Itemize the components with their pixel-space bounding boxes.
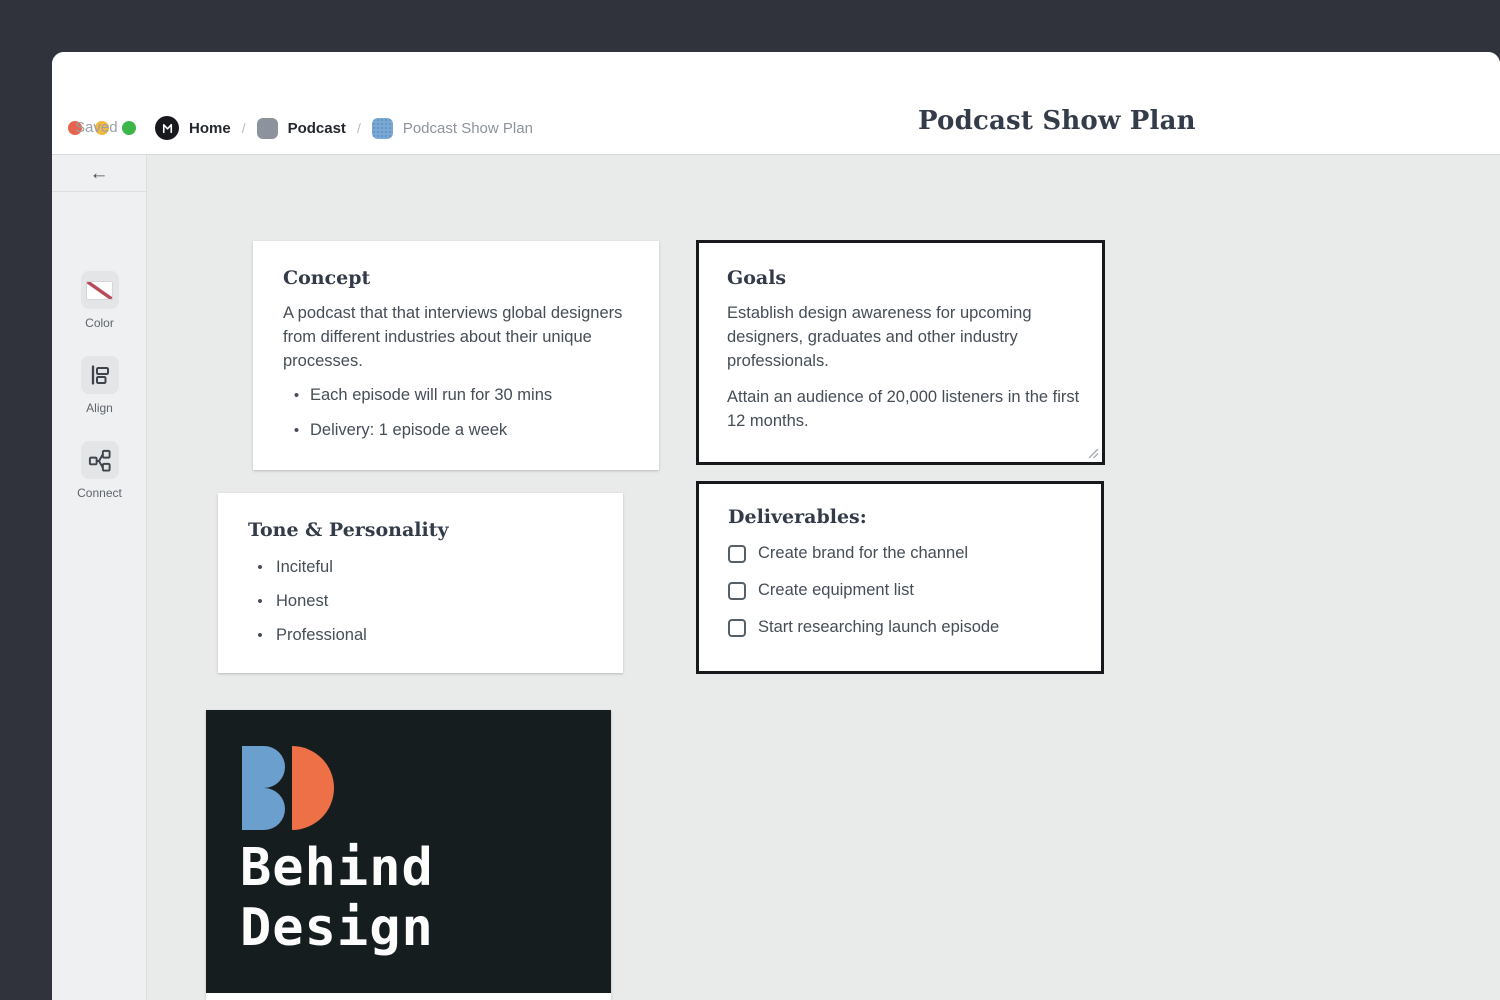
color-swatch-none-icon: [86, 281, 113, 300]
tone-personality-card[interactable]: Tone & Personality • Inciteful • Honest …: [218, 493, 623, 673]
connect-nodes-icon: [87, 448, 112, 473]
zoom-window-button[interactable]: [122, 121, 136, 135]
list-item: • Honest: [248, 589, 593, 614]
task-checkbox[interactable]: [728, 582, 746, 600]
align-tool-label: Align: [86, 401, 113, 415]
task-row: Create brand for the channel: [728, 542, 1087, 565]
breadcrumb-home[interactable]: Home: [155, 116, 231, 140]
bullet-icon: •: [283, 419, 310, 443]
task-checkbox[interactable]: [728, 619, 746, 637]
board-title: Podcast Show Plan: [918, 106, 1196, 136]
connect-tool-label: Connect: [77, 486, 122, 500]
deliverables-card[interactable]: Deliverables: Create brand for the chann…: [696, 481, 1104, 674]
brand-image-card[interactable]: Behind Design: [206, 710, 611, 1000]
breadcrumb: Home / Podcast / Podcast Show Plan: [155, 116, 533, 140]
bullet-icon: •: [248, 556, 272, 580]
tool-color: Color: [52, 271, 147, 330]
color-tool-label: Color: [85, 316, 114, 330]
goals-card[interactable]: Goals Establish design awareness for upc…: [696, 240, 1105, 465]
blue-board-icon: [372, 118, 393, 139]
connect-tool-button[interactable]: [81, 441, 119, 479]
color-tool-button[interactable]: [81, 271, 119, 309]
app-window: Home / Podcast / Podcast Show Plan Saved…: [52, 52, 1500, 1000]
tool-sidebar: ← Color Align: [52, 155, 147, 1000]
breadcrumb-current-label: Podcast Show Plan: [403, 120, 533, 137]
breadcrumb-separator: /: [242, 120, 246, 136]
breadcrumb-separator: /: [357, 120, 361, 136]
board-canvas[interactable]: Concept A podcast that that interviews g…: [147, 155, 1500, 1000]
concept-card[interactable]: Concept A podcast that that interviews g…: [253, 241, 659, 470]
tool-connect: Connect: [52, 441, 147, 500]
list-item: • Each episode will run for 30 mins: [283, 383, 629, 408]
bd-logo-icon: [242, 746, 340, 830]
deliverables-card-title: Deliverables:: [728, 506, 1087, 528]
concept-card-title: Concept: [283, 267, 629, 289]
align-tool-button[interactable]: [81, 356, 119, 394]
concept-card-paragraph: A podcast that that interviews global de…: [283, 301, 623, 373]
brand-wordmark: Behind Design: [240, 838, 434, 958]
behind-design-image: Behind Design: [206, 710, 611, 993]
save-status: Saved: [75, 119, 118, 136]
list-item: • Delivery: 1 episode a week: [283, 418, 629, 443]
goals-card-paragraph-1: Establish design awareness for upcoming …: [727, 301, 1085, 373]
resize-handle-icon[interactable]: [1085, 445, 1099, 459]
milanote-logo-icon: [155, 116, 179, 140]
header-bar: Home / Podcast / Podcast Show Plan Saved…: [52, 52, 1500, 155]
tone-card-title: Tone & Personality: [248, 519, 593, 541]
align-left-icon: [88, 363, 112, 387]
gray-board-icon: [257, 118, 278, 139]
list-item: • Inciteful: [248, 555, 593, 580]
tool-align: Align: [52, 356, 147, 415]
bullet-icon: •: [283, 384, 310, 408]
list-item: • Professional: [248, 623, 593, 648]
breadcrumb-home-label: Home: [189, 120, 231, 137]
breadcrumb-current-board[interactable]: Podcast Show Plan: [372, 118, 533, 139]
breadcrumb-podcast[interactable]: Podcast: [257, 118, 346, 139]
bullet-icon: •: [248, 624, 272, 648]
task-row: Start researching launch episode: [728, 616, 1087, 639]
goals-card-paragraph-2: Attain an audience of 20,000 listeners i…: [727, 385, 1085, 433]
back-arrow-button[interactable]: ←: [90, 164, 109, 183]
bullet-icon: •: [248, 590, 272, 614]
goals-card-title: Goals: [727, 267, 1088, 289]
task-checkbox[interactable]: [728, 545, 746, 563]
breadcrumb-podcast-label: Podcast: [288, 120, 346, 137]
task-row: Create equipment list: [728, 579, 1087, 602]
